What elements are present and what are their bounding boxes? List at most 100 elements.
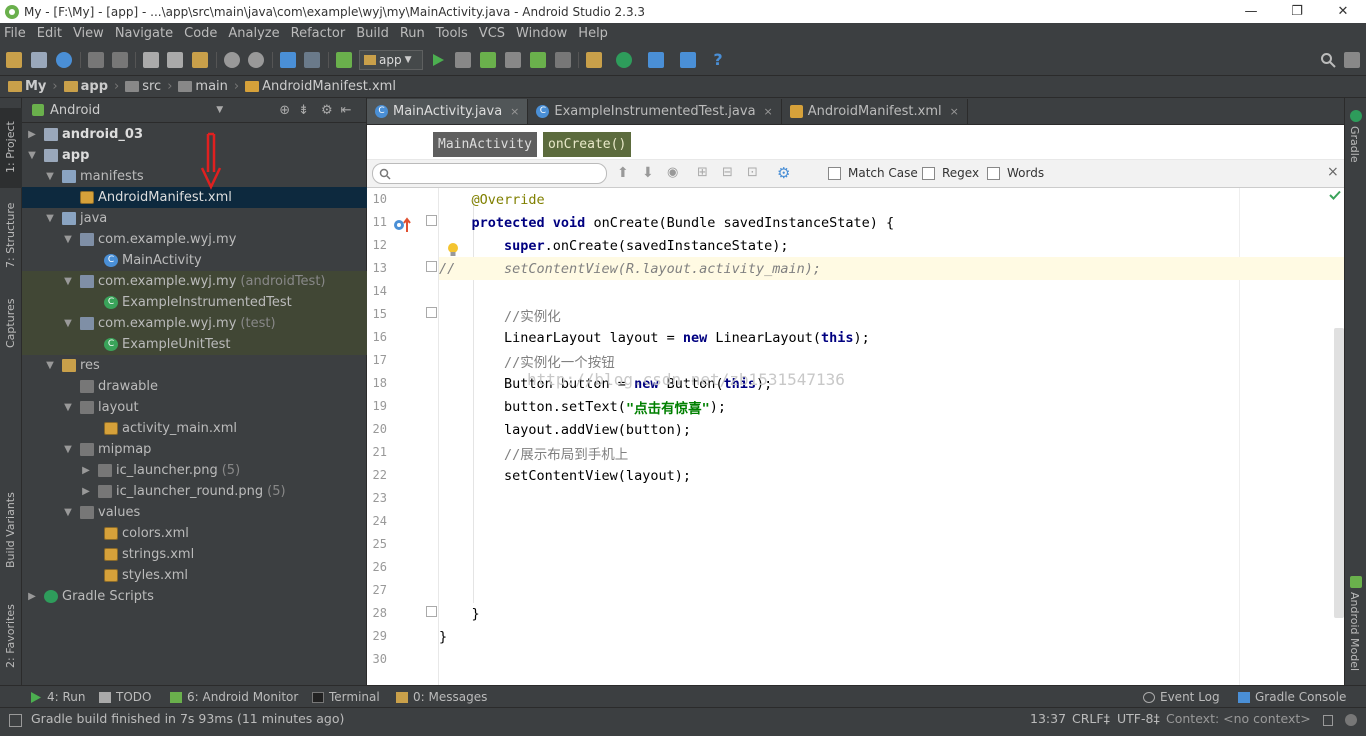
menu-view[interactable]: View (73, 26, 104, 41)
tree-item-styles-xml[interactable]: styles.xml (22, 565, 367, 586)
tab-mainactivity[interactable]: C MainActivity.java × (367, 99, 529, 124)
tree-item-gradle-scripts[interactable]: ▶ Gradle Scripts (22, 586, 367, 607)
menu-vcs[interactable]: VCS (479, 26, 505, 41)
tool-event-log[interactable]: Event Log (1143, 690, 1220, 704)
hector-icon[interactable] (1345, 714, 1357, 726)
hide-panel-icon[interactable]: ⇤ (341, 103, 352, 118)
menu-navigate[interactable]: Navigate (115, 26, 173, 41)
close-find-icon[interactable]: × (1327, 164, 1339, 180)
close-tab-icon[interactable]: × (510, 105, 519, 118)
make-project-icon[interactable] (336, 52, 352, 68)
find-icon[interactable] (224, 52, 240, 68)
caret-position[interactable]: 13:37 (1030, 711, 1066, 726)
override-marker-icon[interactable] (392, 216, 412, 234)
regex-checkbox[interactable] (922, 167, 935, 180)
tool-gradle-console[interactable]: Gradle Console (1238, 690, 1346, 704)
tree-item-exampleunittest[interactable]: C ExampleUnitTest (22, 334, 367, 355)
fold-marker-icon[interactable] (426, 307, 437, 318)
words-checkbox[interactable] (987, 167, 1000, 180)
menu-window[interactable]: Window (516, 26, 567, 41)
tree-item-colors-xml[interactable]: colors.xml (22, 523, 367, 544)
tab-captures[interactable]: Captures (0, 288, 22, 358)
breadcrumb-my[interactable]: My › (8, 79, 58, 94)
tree-item-ic-launcher-round[interactable]: ▶ ic_launcher_round.png (5) (22, 481, 367, 502)
sync-icon[interactable] (56, 52, 72, 68)
menu-run[interactable]: Run (400, 26, 425, 41)
close-window-button[interactable]: ✕ (1320, 0, 1366, 23)
menu-code[interactable]: Code (184, 26, 217, 41)
tree-item-java[interactable]: ▼ java (22, 208, 367, 229)
crumb-method[interactable]: onCreate() (543, 132, 632, 157)
tree-item-activity-main-xml[interactable]: activity_main.xml (22, 418, 367, 439)
save-icon[interactable] (31, 52, 47, 68)
attach-debugger-icon[interactable] (530, 52, 546, 68)
close-tab-icon[interactable]: × (764, 105, 773, 118)
undo-icon[interactable] (88, 52, 104, 68)
close-tab-icon[interactable]: × (950, 105, 959, 118)
match-case-checkbox[interactable] (828, 167, 841, 180)
cut-icon[interactable] (143, 52, 159, 68)
tree-item-package-androidtest[interactable]: ▼ com.example.wyj.my (androidTest) (22, 271, 367, 292)
tree-item-package-test[interactable]: ▼ com.example.wyj.my (test) (22, 313, 367, 334)
next-occurrence-icon[interactable]: ⬇ (642, 165, 654, 181)
open-folder-icon[interactable] (6, 52, 22, 68)
copy-icon[interactable] (167, 52, 183, 68)
select-all-occurrences-icon[interactable]: ⊡ (747, 165, 758, 180)
tool-messages[interactable]: 0: Messages (396, 690, 487, 704)
tree-item-mipmap[interactable]: ▼ mipmap (22, 439, 367, 460)
redo-icon[interactable] (112, 52, 128, 68)
scroll-from-source-icon[interactable]: ⊕ (279, 103, 290, 118)
tree-item-strings-xml[interactable]: strings.xml (22, 544, 367, 565)
tree-item-android03[interactable]: ▶ android_03 (22, 124, 367, 145)
menu-edit[interactable]: Edit (37, 26, 62, 41)
project-view-selector[interactable]: Android ▼ ⊕ ⇟ ⚙ ⇤ (22, 98, 366, 123)
tool-android-monitor[interactable]: 6: Android Monitor (170, 690, 298, 704)
tab-android-model[interactable]: Android Model (1348, 592, 1361, 671)
run-icon[interactable] (430, 52, 446, 68)
sync-gradle-icon[interactable] (586, 52, 602, 68)
tab-gradle[interactable]: Gradle (1348, 126, 1361, 163)
tree-item-app[interactable]: ▼ app (22, 145, 367, 166)
gear-icon[interactable]: ⚙ (321, 103, 333, 118)
tree-item-drawable[interactable]: drawable (22, 376, 367, 397)
replace-icon[interactable] (248, 52, 264, 68)
tree-item-manifests[interactable]: ▼ manifests (22, 166, 367, 187)
find-all-icon[interactable]: ◉ (667, 165, 678, 180)
tab-androidmanifest[interactable]: AndroidManifest.xml × (782, 99, 968, 124)
tree-item-androidmanifest[interactable]: AndroidManifest.xml (22, 187, 367, 208)
tool-run[interactable]: 4: Run (30, 690, 86, 704)
collapse-all-icon[interactable]: ⇟ (298, 103, 309, 118)
maximize-button[interactable]: ❐ (1274, 0, 1320, 23)
tab-structure[interactable]: 7: Structure (0, 193, 22, 273)
tool-terminal[interactable]: Terminal (312, 690, 380, 704)
stop-icon[interactable] (555, 52, 571, 68)
breadcrumb-src[interactable]: src › (125, 79, 172, 94)
breadcrumb-manifest[interactable]: AndroidManifest.xml (245, 79, 396, 94)
menu-file[interactable]: File (4, 26, 26, 41)
run-config-select[interactable]: app ▼ (359, 50, 423, 70)
add-occurrence-icon[interactable]: ⊞ (697, 165, 708, 180)
breadcrumb-main[interactable]: main › (178, 79, 239, 94)
menu-refactor[interactable]: Refactor (291, 26, 346, 41)
menu-tools[interactable]: Tools (436, 26, 468, 41)
previous-occurrence-icon[interactable]: ⬆ (617, 165, 629, 181)
fold-marker-icon[interactable] (426, 606, 437, 617)
editor-scrollbar[interactable] (1334, 328, 1344, 618)
remove-occurrence-icon[interactable]: ⊟ (722, 165, 733, 180)
breadcrumb-app[interactable]: app › (63, 79, 119, 94)
code-area[interactable]: @Override protected void onCreate(Bundle… (439, 188, 1344, 685)
debug-icon[interactable] (480, 52, 496, 68)
sdk-manager-icon[interactable] (680, 52, 696, 68)
apply-changes-icon[interactable] (455, 52, 471, 68)
search-everywhere-icon[interactable] (1320, 52, 1336, 68)
tree-item-values[interactable]: ▼ values (22, 502, 367, 523)
menu-analyze[interactable]: Analyze (228, 26, 279, 41)
minimize-button[interactable]: — (1228, 0, 1274, 23)
menu-help[interactable]: Help (578, 26, 608, 41)
tab-exampleinstrumentedtest[interactable]: C ExampleInstrumentedTest.java × (528, 99, 782, 124)
forward-icon[interactable] (304, 52, 320, 68)
help-icon[interactable]: ? (710, 52, 726, 68)
tree-item-ic-launcher[interactable]: ▶ ic_launcher.png (5) (22, 460, 367, 481)
avd-manager-icon[interactable] (616, 52, 632, 68)
find-input[interactable] (372, 163, 607, 184)
